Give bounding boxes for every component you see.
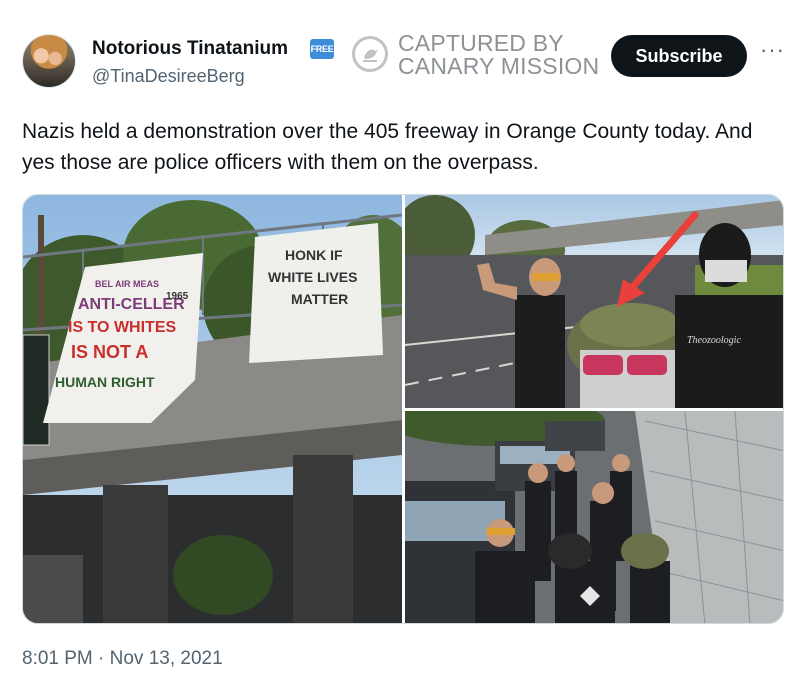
banner-right-line-3: MATTER — [291, 291, 348, 307]
photo-police-officers[interactable] — [405, 411, 783, 623]
free-badge: FREE — [310, 39, 334, 59]
banner-left-line-3: 1965 — [166, 291, 189, 302]
tweet-text: Nazis held a demonstration over the 405 … — [22, 120, 753, 174]
banner-left-line-4: IS TO WHITES — [68, 319, 176, 336]
banner-right-line-2: WHITE LIVES — [268, 269, 357, 285]
shirt-text: Theozoologic — [687, 335, 741, 346]
banner-left-line-6: HUMAN RIGHT — [55, 374, 155, 390]
photo-overpass-banners[interactable]: BEL AIR MEAS ANTI-CELLER 1965 IS TO WHIT… — [23, 195, 402, 623]
author-avatar[interactable] — [22, 34, 76, 88]
tweet-media-grid: BEL AIR MEAS ANTI-CELLER 1965 IS TO WHIT… — [22, 194, 784, 624]
banner-left-line-1: BEL AIR MEAS — [95, 279, 159, 289]
author-handle[interactable]: @TinaDesireeBerg — [92, 66, 245, 87]
author-display-name[interactable]: Notorious Tinatanium — [92, 38, 288, 60]
banner-left-line-5: IS NOT A — [71, 342, 148, 362]
watermark-line-2: CANARY MISSION — [398, 53, 600, 79]
canary-bird-icon — [363, 49, 378, 62]
more-options-icon[interactable]: ··· — [760, 39, 785, 61]
tweet-header: Notorious Tinatanium FREE @TinaDesireeBe… — [0, 0, 800, 110]
canary-mission-logo — [352, 36, 388, 72]
tweet-timestamp[interactable]: 8:01 PM · Nov 13, 2021 — [22, 648, 223, 670]
subscribe-button[interactable]: Subscribe — [611, 35, 747, 77]
banner-right-line-1: HONK IF — [285, 247, 343, 263]
photo-demonstrators-arrow[interactable]: Theozoologic — [405, 195, 783, 408]
